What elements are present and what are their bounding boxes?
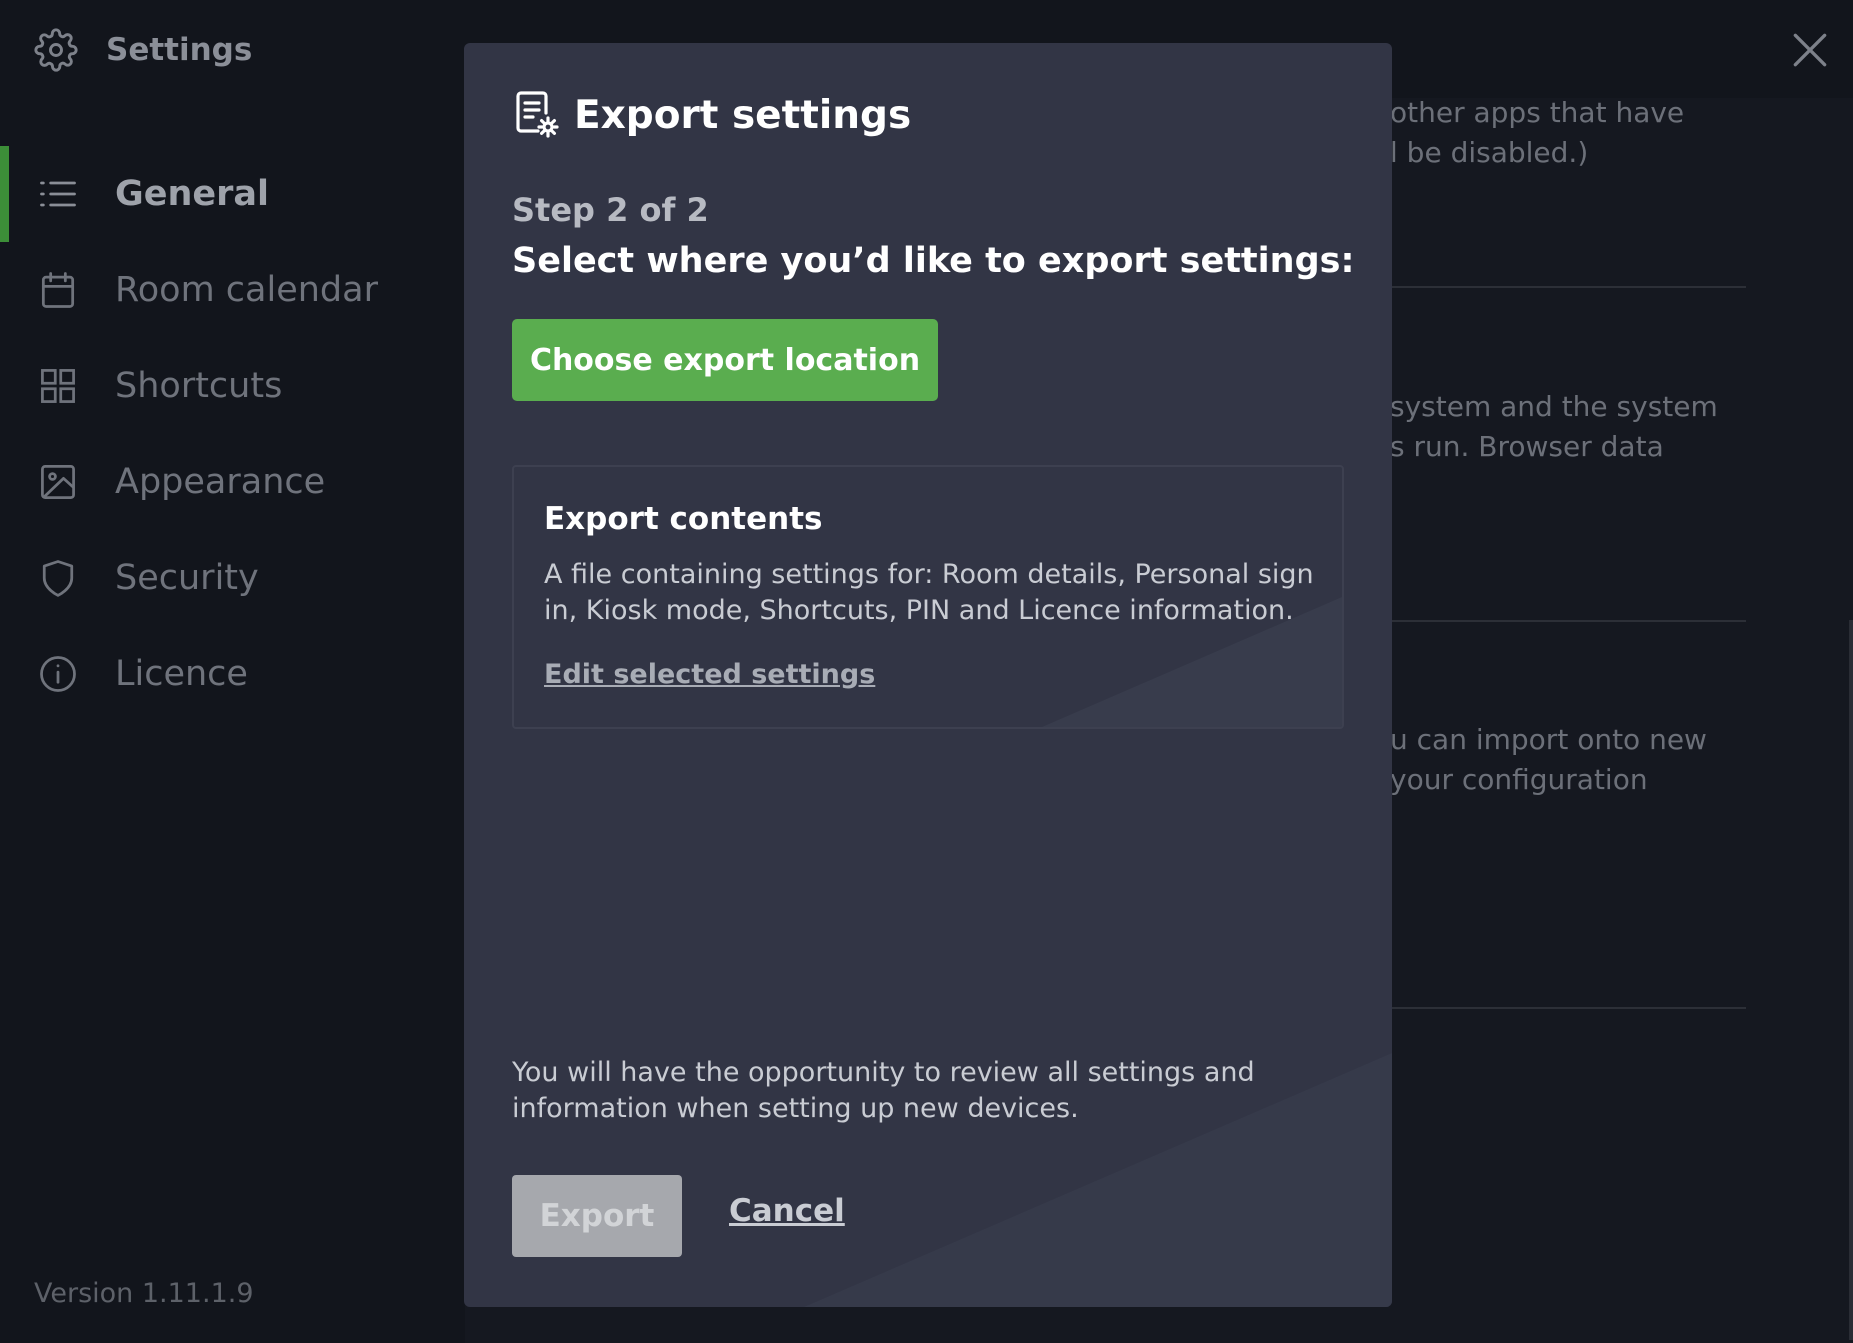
divider bbox=[1390, 620, 1746, 622]
background-text: other apps that have bbox=[1390, 96, 1685, 129]
sidebar-item-appearance[interactable]: Appearance bbox=[0, 434, 465, 530]
sidebar-title: Settings bbox=[106, 32, 253, 68]
sidebar-item-security[interactable]: Security bbox=[0, 530, 465, 626]
edit-selected-settings-link[interactable]: Edit selected settings bbox=[544, 659, 875, 690]
divider bbox=[1390, 286, 1746, 288]
close-icon[interactable] bbox=[1788, 28, 1832, 72]
background-text: l be disabled.) bbox=[1390, 136, 1589, 169]
gear-icon bbox=[34, 28, 78, 72]
divider bbox=[1390, 1007, 1746, 1009]
sidebar-item-label: Appearance bbox=[115, 462, 326, 502]
sidebar-item-label: Shortcuts bbox=[115, 366, 283, 406]
instruction-text: Select where you’d like to export settin… bbox=[512, 241, 1355, 281]
export-settings-dialog: Export settings Step 2 of 2 Select where… bbox=[464, 43, 1392, 1307]
sidebar-item-label: Security bbox=[115, 558, 259, 598]
info-icon bbox=[40, 656, 76, 692]
sidebar-item-label: Licence bbox=[115, 654, 248, 694]
background-text: u can import onto new bbox=[1390, 723, 1707, 756]
sidebar-item-label: General bbox=[115, 174, 269, 214]
image-icon bbox=[41, 465, 75, 499]
sidebar-item-room-calendar[interactable]: Room calendar bbox=[0, 242, 465, 338]
background-text: your configuration bbox=[1390, 763, 1648, 796]
export-contents-panel: Export contents A file containing settin… bbox=[512, 465, 1344, 729]
version-label: Version 1.11.1.9 bbox=[34, 1278, 254, 1309]
export-contents-title: Export contents bbox=[544, 501, 823, 537]
dialog-title: Export settings bbox=[574, 92, 912, 138]
review-note: You will have the opportunity to review … bbox=[512, 1057, 1255, 1124]
step-indicator: Step 2 of 2 bbox=[512, 191, 709, 229]
choose-export-location-button[interactable]: Choose export location bbox=[512, 319, 938, 401]
calendar-icon bbox=[41, 272, 75, 308]
sidebar-item-label: Room calendar bbox=[115, 270, 378, 310]
scrollbar[interactable] bbox=[1849, 620, 1853, 1340]
sidebar-item-general[interactable]: General bbox=[0, 146, 465, 242]
background-text: system and the system bbox=[1390, 390, 1718, 423]
shield-icon bbox=[42, 560, 74, 597]
export-button[interactable]: Export bbox=[512, 1175, 682, 1257]
grid-icon bbox=[41, 369, 75, 403]
cancel-link[interactable]: Cancel bbox=[729, 1193, 845, 1229]
export-contents-description: A file containing settings for: Room det… bbox=[544, 559, 1314, 626]
settings-app: Settings General Room calendar Shortcuts… bbox=[0, 0, 1853, 1343]
sidebar-item-shortcuts[interactable]: Shortcuts bbox=[0, 338, 465, 434]
sidebar: Settings General Room calendar Shortcuts… bbox=[0, 0, 465, 1343]
sidebar-header: Settings bbox=[34, 28, 252, 72]
sidebar-nav: General Room calendar Shortcuts Appearan… bbox=[0, 146, 465, 722]
list-icon bbox=[40, 181, 76, 207]
sidebar-item-licence[interactable]: Licence bbox=[0, 626, 465, 722]
background-text: s run. Browser data bbox=[1390, 430, 1664, 463]
dialog-header: Export settings bbox=[512, 89, 911, 141]
document-settings-icon bbox=[516, 91, 559, 138]
